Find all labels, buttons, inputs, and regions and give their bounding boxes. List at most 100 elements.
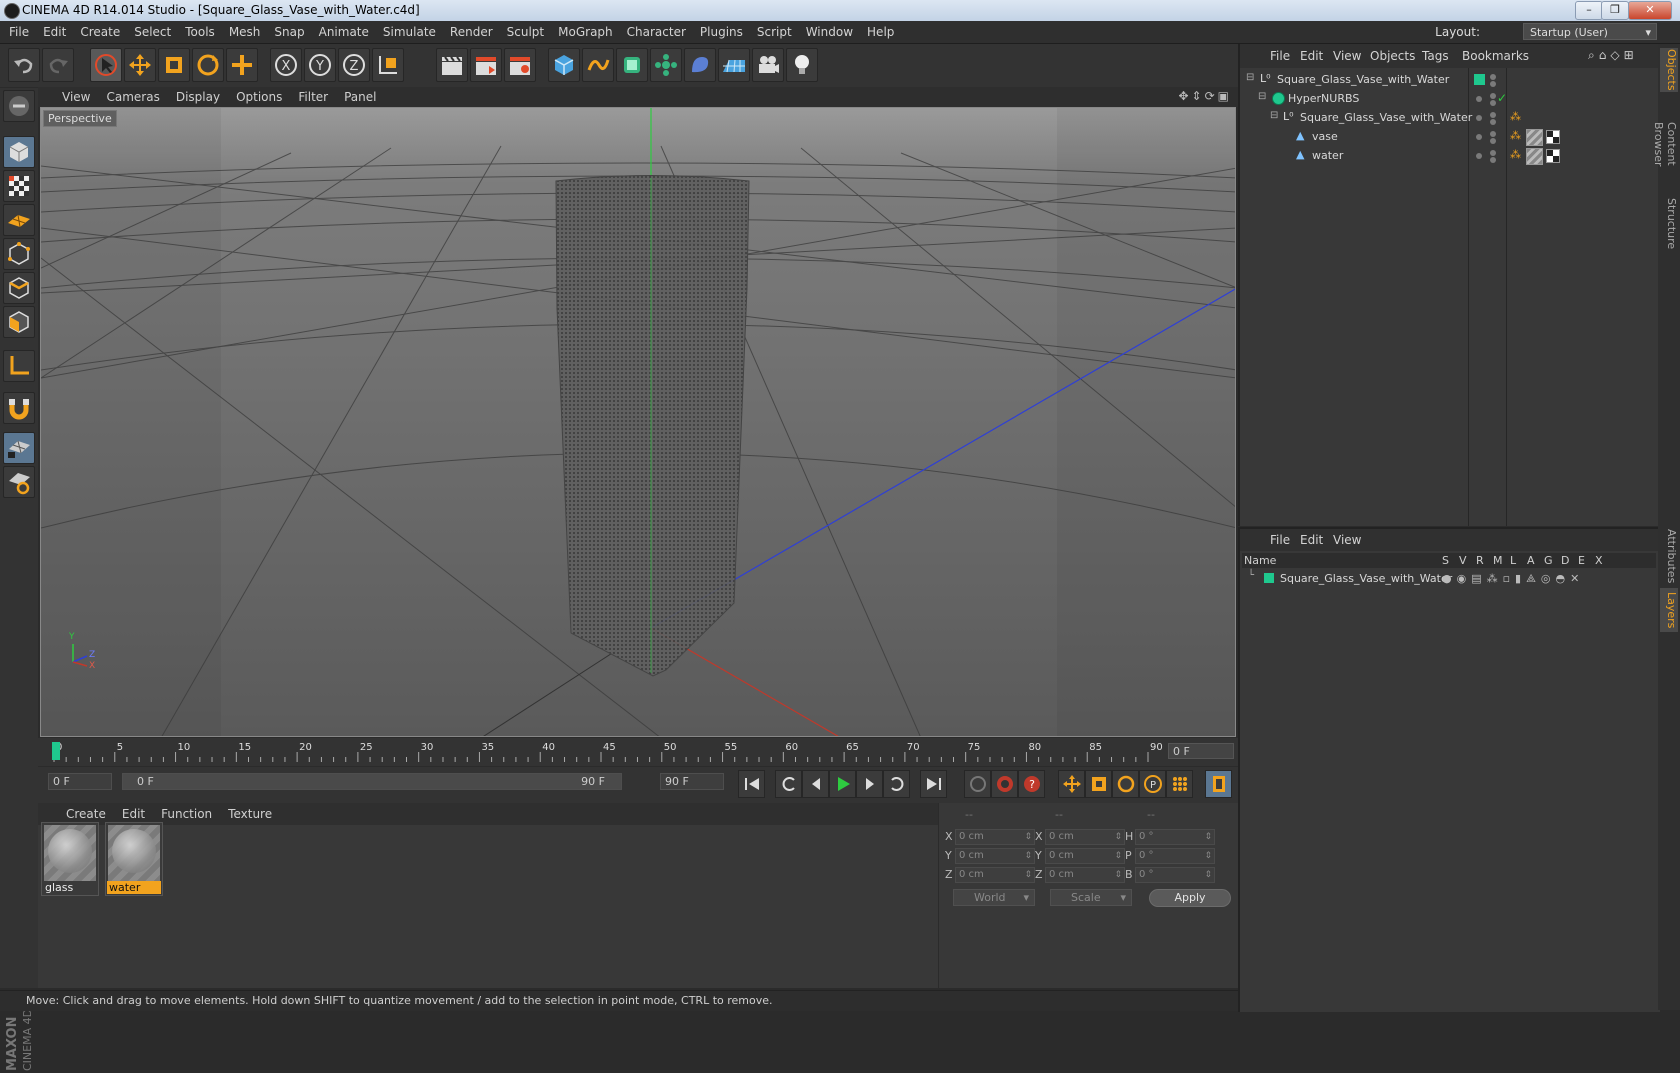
polygons-mode-button[interactable] xyxy=(3,306,35,338)
live-selection-button[interactable] xyxy=(90,48,122,82)
objects-menu-bookmarks[interactable]: Bookmarks xyxy=(1462,49,1529,63)
timeline-scale[interactable]: 051015202530354045505560657075808590 xyxy=(52,740,1163,764)
object-row[interactable]: ⊟ L⁰ Square_Glass_Vase_with_Water xyxy=(1240,71,1660,90)
material-tag-icon[interactable] xyxy=(1526,129,1543,146)
collapse-icon[interactable]: ⊟ xyxy=(1246,72,1254,83)
add-spline-button[interactable] xyxy=(582,48,614,82)
apply-button[interactable]: Apply xyxy=(1149,889,1231,907)
timeline-playhead[interactable] xyxy=(52,742,60,760)
menu-create[interactable]: Create xyxy=(73,21,127,43)
help-keyframe-button[interactable]: ? xyxy=(1018,770,1045,798)
next-key-button[interactable] xyxy=(883,770,910,798)
rotate-tool-button[interactable] xyxy=(192,48,224,82)
viewport-nav-icons[interactable]: ✥⇕⟳▣ xyxy=(1178,89,1232,103)
add-cube-button[interactable] xyxy=(548,48,580,82)
enabled-check-icon[interactable]: ✓ xyxy=(1497,91,1507,105)
spinner-arrows-icon[interactable]: ⇕ xyxy=(1204,830,1212,844)
add-nurbs-button[interactable] xyxy=(616,48,648,82)
layer-flag-icons[interactable]: ●◉▤⁂▫▮⟁◎◓✕ xyxy=(1442,572,1584,586)
render-picture-viewer-button[interactable] xyxy=(470,48,502,82)
perspective-viewport[interactable]: Perspective Y Z X xyxy=(40,107,1236,737)
spinner-arrows-icon[interactable]: ⇕ xyxy=(1024,830,1032,844)
texture-mode-button[interactable] xyxy=(3,170,35,202)
spinner-arrows-icon[interactable]: ⇕ xyxy=(1114,830,1122,844)
viewport-camera-label[interactable]: Perspective xyxy=(43,110,117,127)
objects-menu-objects[interactable]: Objects xyxy=(1370,49,1415,63)
key-position-button[interactable] xyxy=(1058,770,1085,798)
add-deformer-button[interactable] xyxy=(684,48,716,82)
menu-window[interactable]: Window xyxy=(799,21,860,43)
z-axis-lock-button[interactable]: Z xyxy=(338,48,370,82)
add-light-button[interactable] xyxy=(786,48,818,82)
object-row[interactable]: ⊟ HyperNURBS ✓ xyxy=(1240,90,1660,109)
spinner-arrows-icon[interactable]: ⇕ xyxy=(1204,868,1212,882)
undo-button[interactable] xyxy=(8,48,40,82)
go-to-end-button[interactable] xyxy=(920,770,947,798)
texture-tag-icon[interactable] xyxy=(1546,130,1560,144)
layers-menu-edit[interactable]: Edit xyxy=(1300,533,1323,547)
object-row[interactable]: ▲ water ⁂ xyxy=(1240,147,1660,166)
transform-tool-button[interactable] xyxy=(226,48,258,82)
menu-simulate[interactable]: Simulate xyxy=(376,21,443,43)
render-settings-button[interactable] xyxy=(504,48,536,82)
coord-value-field[interactable]: 0 cm ⇕ xyxy=(955,867,1035,883)
coord-value-field[interactable]: 0 ° ⇕ xyxy=(1135,829,1215,845)
key-parameter-button[interactable]: P xyxy=(1139,770,1166,798)
previous-key-button[interactable] xyxy=(775,770,802,798)
render-view-button[interactable] xyxy=(436,48,468,82)
menu-select[interactable]: Select xyxy=(127,21,178,43)
menu-edit[interactable]: Edit xyxy=(36,21,73,43)
model-mode-button[interactable] xyxy=(3,136,35,168)
previous-frame-button[interactable] xyxy=(802,770,829,798)
add-array-button[interactable] xyxy=(650,48,682,82)
coord-value-field[interactable]: 0 cm ⇕ xyxy=(955,848,1035,864)
close-button[interactable]: ✕ xyxy=(1628,1,1672,20)
objects-menu-edit[interactable]: Edit xyxy=(1300,49,1323,63)
play-button[interactable] xyxy=(829,770,856,798)
scale-tool-button[interactable] xyxy=(158,48,190,82)
viewport-menu-cameras[interactable]: Cameras xyxy=(98,87,167,107)
current-frame-field[interactable]: 0 F xyxy=(1168,743,1234,759)
phong-tag-icon[interactable]: ⁂ xyxy=(1510,148,1521,161)
layout-dropdown[interactable]: Startup (User) ▾ xyxy=(1523,23,1657,40)
axis-mode-button[interactable] xyxy=(3,350,35,382)
spinner-arrows-icon[interactable]: ⇕ xyxy=(1114,868,1122,882)
snapping-button[interactable] xyxy=(3,392,35,424)
key-scale-button[interactable] xyxy=(1085,770,1112,798)
menu-script[interactable]: Script xyxy=(750,21,799,43)
tab-layers[interactable]: Layers xyxy=(1660,588,1678,632)
coord-value-field[interactable]: 0 cm ⇕ xyxy=(955,829,1035,845)
x-axis-lock-button[interactable]: X xyxy=(270,48,302,82)
preview-range-slider[interactable]: 0 F 90 F xyxy=(122,773,622,790)
viewport-menu-filter[interactable]: Filter xyxy=(290,87,336,107)
record-button[interactable] xyxy=(991,770,1018,798)
menu-render[interactable]: Render xyxy=(443,21,500,43)
workplane-mode-button[interactable] xyxy=(3,204,35,236)
menu-animate[interactable]: Animate xyxy=(312,21,376,43)
menu-plugins[interactable]: Plugins xyxy=(693,21,750,43)
points-mode-button[interactable] xyxy=(3,238,35,270)
material-glass[interactable]: glass xyxy=(41,822,99,896)
menu-character[interactable]: Character xyxy=(620,21,693,43)
object-row[interactable]: ⊟ L⁰ Square_Glass_Vase_with_Water ⁂ xyxy=(1240,109,1660,128)
minimize-button[interactable]: – xyxy=(1575,1,1603,20)
coord-value-field[interactable]: 0 cm ⇕ xyxy=(1045,867,1125,883)
collapse-icon[interactable]: ⊟ xyxy=(1270,110,1278,121)
redo-button[interactable] xyxy=(42,48,74,82)
menu-sculpt[interactable]: Sculpt xyxy=(500,21,551,43)
coord-value-field[interactable]: 0 ° ⇕ xyxy=(1135,867,1215,883)
viewport-menu-panel[interactable]: Panel xyxy=(336,87,384,107)
go-to-start-button[interactable] xyxy=(738,770,765,798)
end-frame-field[interactable]: 90 F xyxy=(660,773,724,790)
autokey-button[interactable] xyxy=(964,770,991,798)
material-tag-icon[interactable] xyxy=(1526,148,1543,165)
menu-tools[interactable]: Tools xyxy=(178,21,222,43)
viewport-menu-options[interactable]: Options xyxy=(228,87,290,107)
object-row[interactable]: ▲ vase ⁂ xyxy=(1240,128,1660,147)
start-frame-field[interactable]: 0 F xyxy=(48,773,112,790)
tab-structure[interactable]: Structure xyxy=(1660,194,1678,254)
objects-menu-file[interactable]: File xyxy=(1270,49,1290,63)
material-water[interactable]: water xyxy=(105,822,163,896)
tab-objects[interactable]: Objects xyxy=(1660,48,1678,92)
make-editable-button[interactable] xyxy=(3,90,35,122)
